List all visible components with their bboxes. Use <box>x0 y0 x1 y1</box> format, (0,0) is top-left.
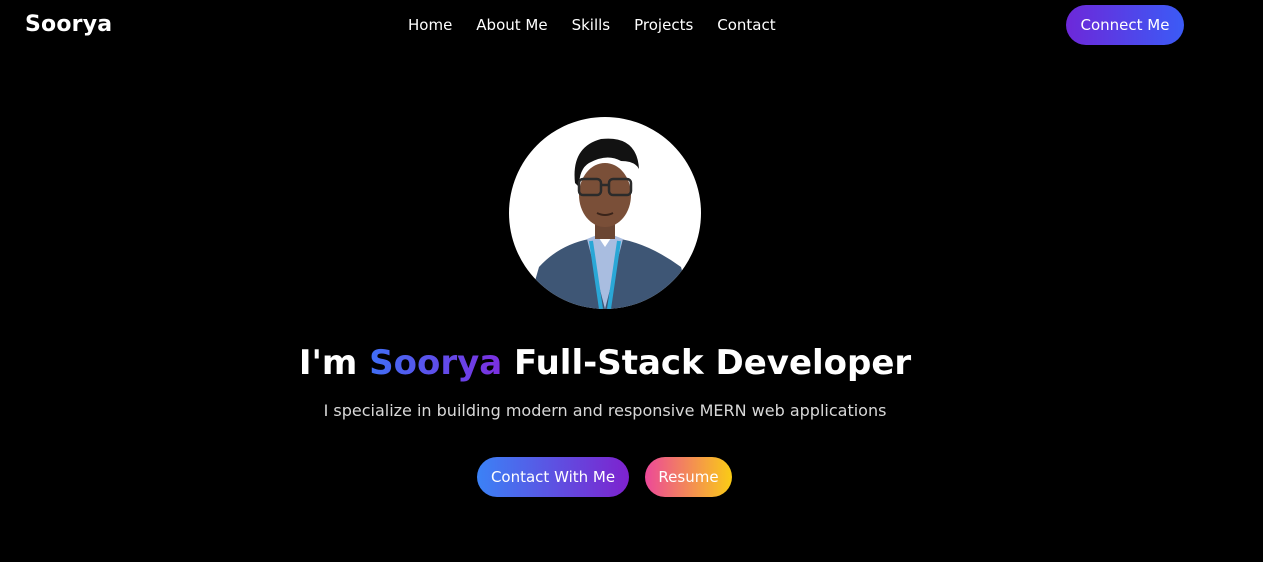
resume-button[interactable]: Resume <box>645 457 732 497</box>
profile-photo-image <box>527 138 693 309</box>
nav-contact-link[interactable]: Contact <box>717 16 775 34</box>
nav-about-link[interactable]: About Me <box>476 16 547 34</box>
hero-headline: I'm Soorya Full-Stack Developer <box>0 342 1210 384</box>
main-nav: Home About Me Skills Projects Contact <box>408 16 776 34</box>
nav-projects-link[interactable]: Projects <box>634 16 693 34</box>
site-logo[interactable]: Soorya <box>25 12 112 37</box>
nav-skills-link[interactable]: Skills <box>572 16 611 34</box>
connect-me-button[interactable]: Connect Me <box>1066 5 1184 45</box>
profile-avatar <box>509 117 701 309</box>
portfolio-page: Soorya Home About Me Skills Projects Con… <box>0 0 1263 562</box>
nav-home-link[interactable]: Home <box>408 16 452 34</box>
headline-role: Full-Stack Developer <box>502 343 912 383</box>
contact-with-me-button[interactable]: Contact With Me <box>477 457 629 497</box>
hero-subtitle: I specialize in building modern and resp… <box>323 401 887 420</box>
headline-prefix: I'm <box>298 343 370 383</box>
headline-name: Soorya <box>369 343 503 383</box>
